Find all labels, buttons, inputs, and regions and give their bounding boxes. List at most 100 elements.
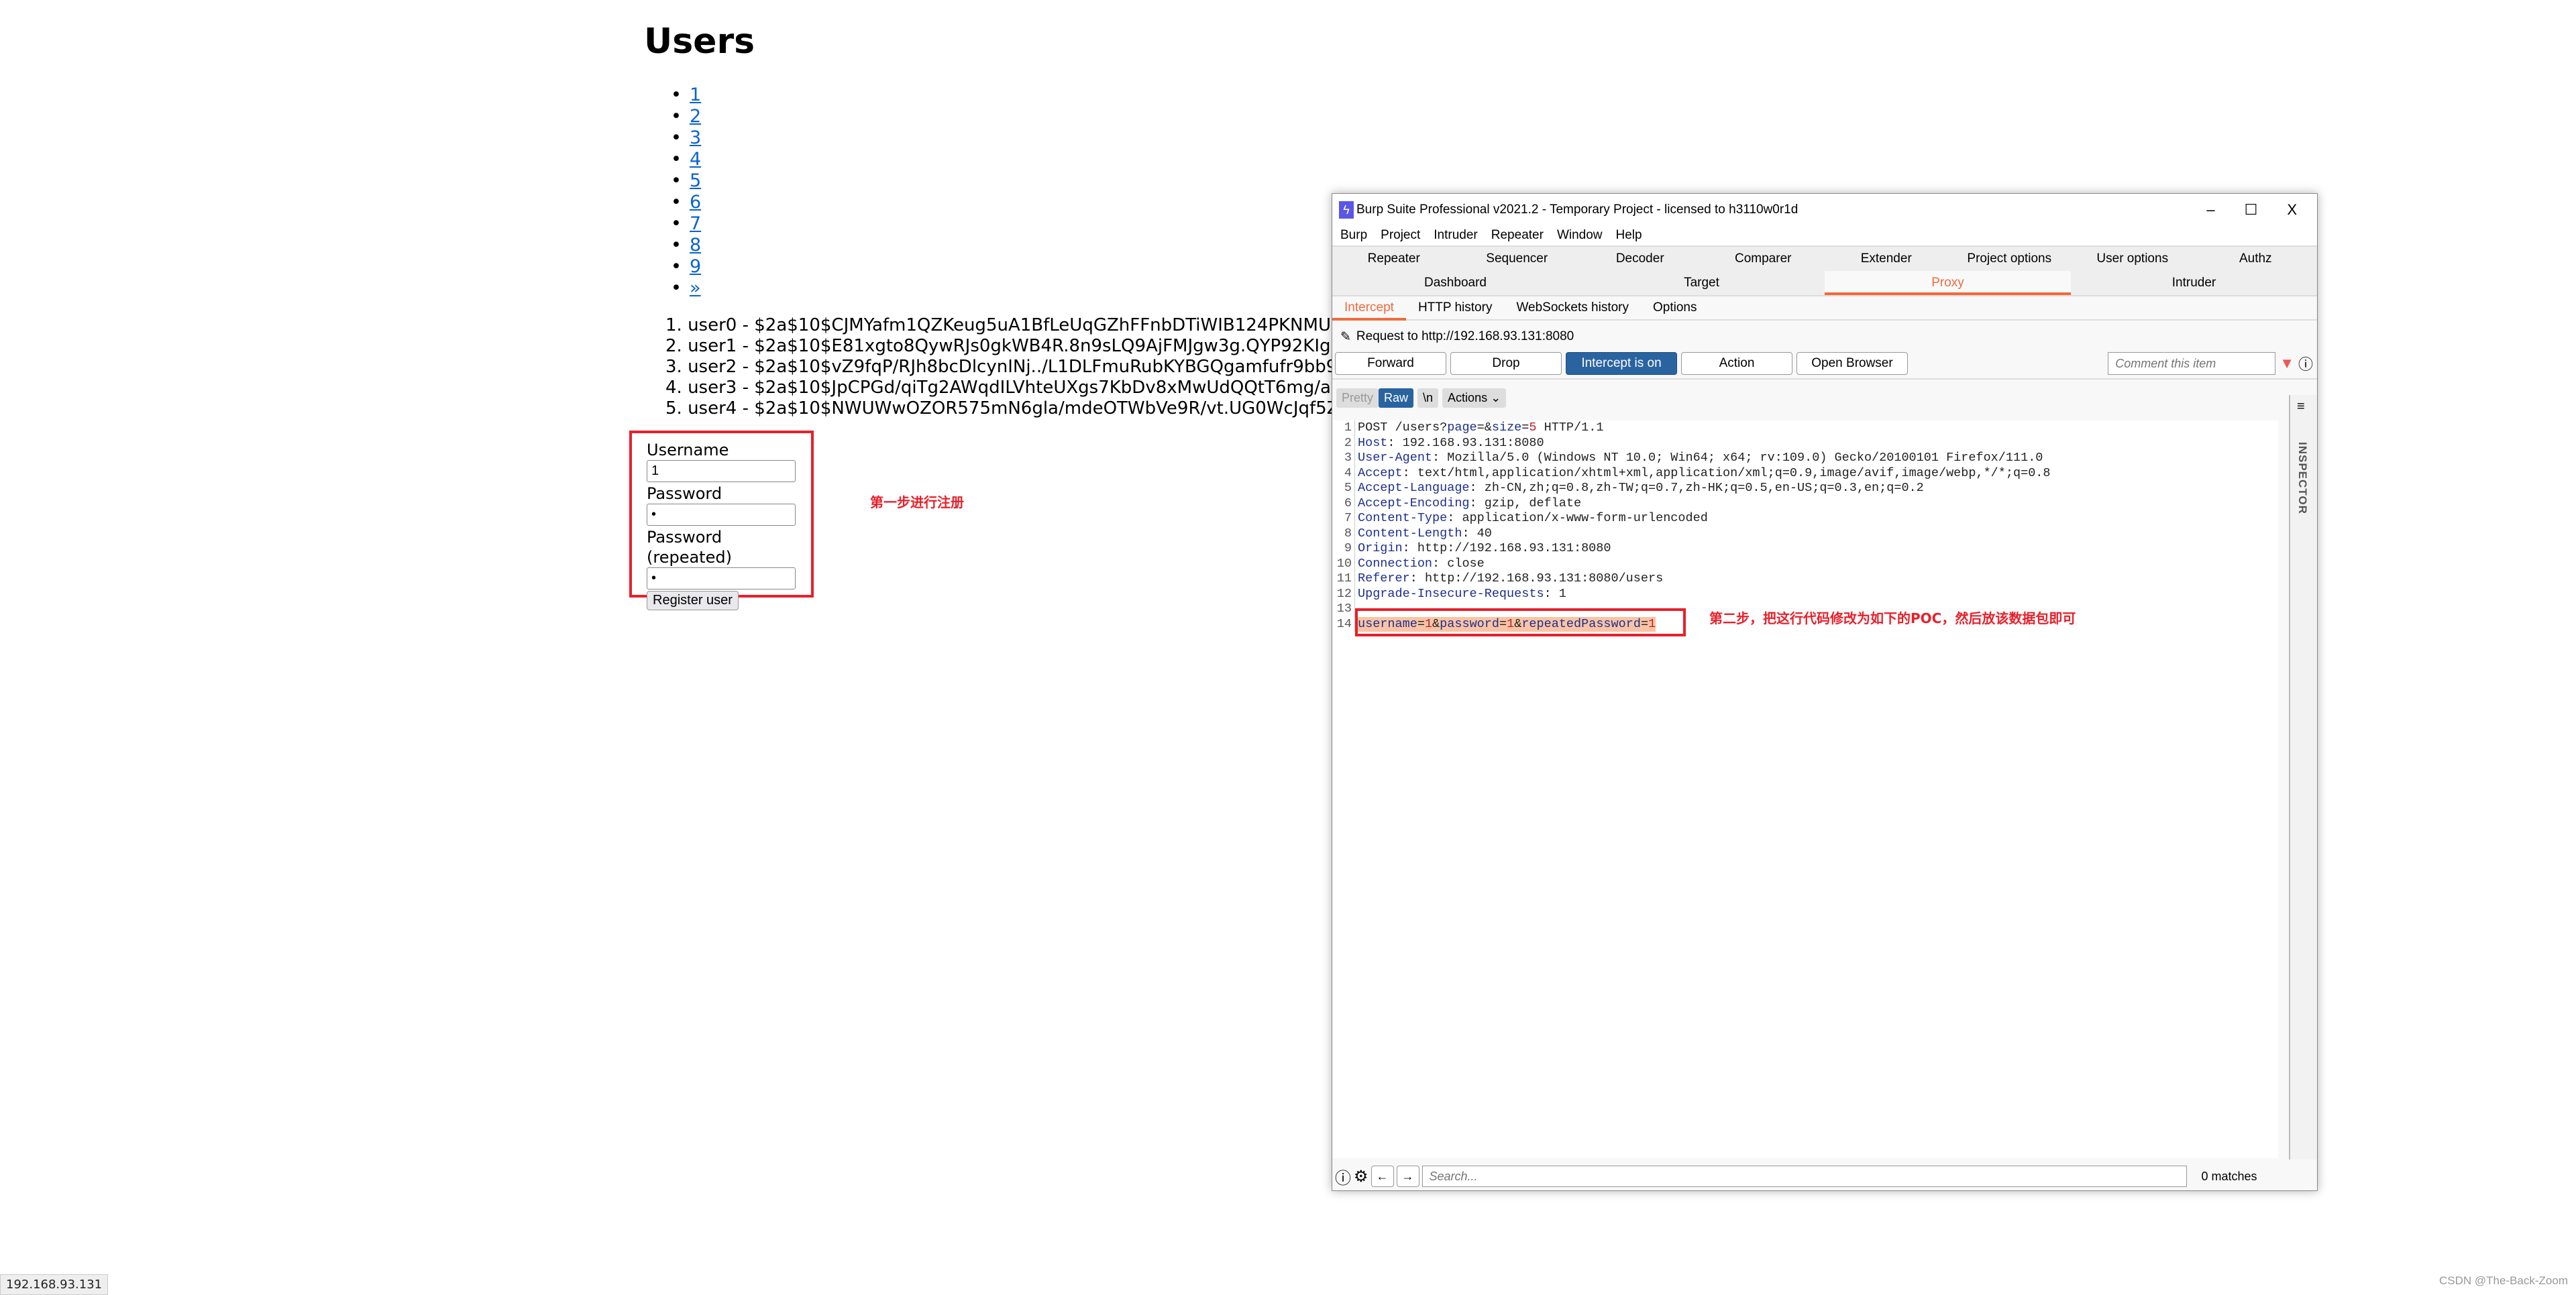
line-number: 12	[1332, 586, 1355, 602]
page-link[interactable]: »	[690, 278, 701, 298]
header-value: 192.168.93.131:8080	[1402, 435, 1544, 450]
subtab-options[interactable]: Options	[1641, 295, 1709, 321]
tool-tabs-row2: Dashboard Target Proxy Intruder	[1332, 271, 2317, 295]
line-number: 9	[1332, 541, 1355, 557]
header-value: Mozilla/5.0 (Windows NT 10.0; Win64; x64…	[1447, 451, 2043, 465]
page-link[interactable]: 3	[690, 127, 701, 148]
pencil-icon[interactable]: ✎	[1340, 329, 1351, 345]
close-button[interactable]: X	[2287, 201, 2297, 219]
menu-help[interactable]: Help	[1616, 228, 1642, 243]
menu-project[interactable]: Project	[1381, 228, 1420, 243]
request-line-part: size	[1491, 420, 1522, 435]
header-value: 1	[1558, 586, 1566, 601]
tab-target[interactable]: Target	[1578, 271, 1825, 295]
page-link[interactable]: 2	[690, 106, 701, 127]
back-arrow-icon[interactable]: ←	[1371, 1166, 1394, 1187]
password-repeat-input[interactable]	[647, 567, 796, 589]
password-input[interactable]	[647, 504, 796, 526]
tab-user-options[interactable]: User options	[2071, 247, 2194, 271]
colon: :	[1447, 511, 1462, 525]
tab-project-options[interactable]: Project options	[1948, 247, 2072, 271]
page-link[interactable]: 4	[690, 149, 701, 170]
header-value: http://192.168.93.131:8080/users	[1424, 571, 1664, 585]
code-line: 7 Content-Type: application/x-www-form-ur…	[1332, 511, 2278, 526]
request-line-part: =	[1521, 420, 1529, 435]
drop-button[interactable]: Drop	[1450, 352, 1562, 375]
page-link[interactable]: 5	[690, 170, 701, 191]
help-icon[interactable]: ⓘ	[1335, 1165, 1351, 1188]
search-input[interactable]	[1421, 1166, 2187, 1187]
pretty-tab[interactable]: Pretty	[1336, 388, 1379, 408]
highlight-color-icon[interactable]: ▼	[2279, 355, 2294, 372]
minimize-button[interactable]: –	[2206, 201, 2214, 219]
subtab-websockets-history[interactable]: WebSockets history	[1504, 295, 1641, 321]
tab-repeater[interactable]: Repeater	[1332, 247, 1456, 271]
tab-intruder[interactable]: Intruder	[2071, 271, 2317, 295]
open-browser-button[interactable]: Open Browser	[1796, 352, 1908, 375]
username-input[interactable]	[647, 460, 796, 482]
request-line-part: POST /users?	[1358, 420, 1448, 435]
tab-sequencer[interactable]: Sequencer	[1456, 247, 1579, 271]
menu-window[interactable]: Window	[1557, 228, 1603, 243]
menu-repeater[interactable]: Repeater	[1491, 228, 1544, 243]
step1-annotation: 第一步进行注册	[870, 494, 964, 510]
help-icon[interactable]: ⓘ	[2298, 353, 2313, 374]
line-number: 14	[1332, 616, 1355, 632]
colon: :	[1462, 526, 1477, 541]
tab-comparer[interactable]: Comparer	[1702, 247, 1825, 271]
search-bar: ⓘ ⚙ ← → 0 matches	[1332, 1162, 2278, 1190]
page-link[interactable]: 1	[690, 85, 701, 105]
tab-proxy[interactable]: Proxy	[1825, 271, 2071, 295]
inspector-panel[interactable]: ≡ INSPECTOR	[2289, 395, 2317, 1160]
user-list: 1. user0 - $2a$10$CJMYafm1QZKeug5uA1BfLe…	[665, 315, 1332, 419]
pagination-item: 2	[671, 106, 701, 127]
code-line: 10 Connection: close	[1332, 556, 2278, 571]
colon: :	[1409, 571, 1425, 585]
request-editor[interactable]: 1 POST /users? page =& size = 5 HTTP/1.1 2 Host:…	[1332, 420, 2278, 1158]
user-row: 5. user4 - $2a$10$NWUWwOZOR575mN6gla/mde…	[665, 398, 1332, 418]
intercept-toggle[interactable]: Intercept is on	[1566, 352, 1677, 375]
code-line: 2 Host: 192.168.93.131:8080	[1332, 435, 2278, 451]
header-value: gzip, deflate	[1484, 496, 1582, 510]
page-title: Users	[644, 21, 755, 62]
newline-toggle[interactable]: \n	[1417, 388, 1439, 408]
subtab-intercept[interactable]: Intercept	[1332, 295, 1406, 321]
password-label: Password	[647, 484, 722, 503]
header-value: 40	[1477, 526, 1492, 541]
line-number: 1	[1332, 420, 1355, 436]
colon: :	[1469, 496, 1485, 510]
maximize-button[interactable]: ☐	[2245, 201, 2258, 219]
request-target: ✎ Request to http://192.168.93.131:8080	[1332, 321, 2317, 353]
page-link[interactable]: 7	[690, 213, 701, 234]
pagination-item: 5	[671, 170, 701, 192]
colon: :	[1402, 465, 1417, 480]
tab-authz[interactable]: Authz	[2194, 247, 2318, 271]
raw-tab[interactable]: Raw	[1379, 388, 1414, 408]
subtab-http-history[interactable]: HTTP history	[1406, 295, 1505, 321]
user-row: 4. user3 - $2a$10$JpCPGd/qiTg2AWqdILVhte…	[665, 378, 1332, 398]
tab-dashboard[interactable]: Dashboard	[1332, 271, 1578, 295]
menu-intruder[interactable]: Intruder	[1434, 228, 1477, 243]
gear-icon[interactable]: ⚙	[1354, 1167, 1368, 1186]
inspector-menu-icon[interactable]: ≡	[2297, 399, 2305, 414]
register-button[interactable]: Register user	[647, 591, 739, 610]
page-link[interactable]: 6	[690, 192, 701, 213]
forward-arrow-icon[interactable]: →	[1396, 1166, 1419, 1187]
tab-extender[interactable]: Extender	[1825, 247, 1948, 271]
page-link[interactable]: 8	[690, 235, 701, 256]
line-number: 3	[1332, 451, 1355, 466]
register-form: Username Password Password (repeated) Re…	[629, 431, 814, 610]
page-link[interactable]: 9	[690, 256, 701, 277]
header-value: text/html,application/xhtml+xml,applicat…	[1417, 465, 2051, 480]
burp-window: ϟ Burp Suite Professional v2021.2 - Temp…	[1332, 193, 2318, 1191]
tab-decoder[interactable]: Decoder	[1578, 247, 1702, 271]
request-line-part: =&	[1477, 420, 1492, 435]
comment-input[interactable]	[2108, 352, 2276, 375]
action-button[interactable]: Action	[1681, 352, 1792, 375]
inspector-label[interactable]: INSPECTOR	[2296, 442, 2309, 514]
code-line: 8 Content-Length: 40	[1332, 526, 2278, 541]
forward-button[interactable]: Forward	[1335, 352, 1446, 375]
pagination-item: 3	[671, 127, 701, 149]
actions-dropdown[interactable]: Actions ⌄	[1442, 388, 1507, 408]
menu-burp[interactable]: Burp	[1340, 228, 1367, 243]
